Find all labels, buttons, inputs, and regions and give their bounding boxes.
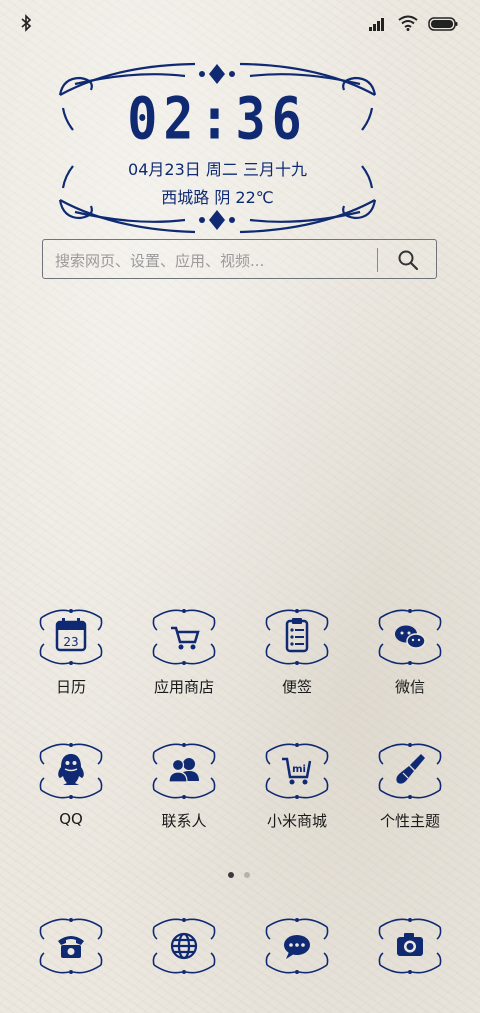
camera-icon bbox=[375, 915, 445, 977]
search-divider bbox=[377, 248, 378, 272]
clock-weather: 西城路 阴 22℃ bbox=[161, 188, 274, 207]
globe-icon bbox=[149, 915, 219, 977]
app-label: 微信 bbox=[394, 678, 425, 696]
app-contacts[interactable]: 联系人 bbox=[129, 740, 239, 831]
page-dot-active bbox=[228, 872, 234, 878]
search-input[interactable]: 搜索网页、设置、应用、视频... bbox=[55, 250, 264, 271]
app-label: QQ bbox=[59, 810, 83, 828]
search-bar[interactable]: 搜索网页、设置、应用、视频... bbox=[42, 239, 437, 279]
dock-browser[interactable] bbox=[129, 915, 239, 977]
page-indicator bbox=[228, 872, 250, 878]
app-store[interactable]: 应用商店 bbox=[129, 606, 239, 697]
battery-icon bbox=[428, 16, 458, 35]
search-icon[interactable] bbox=[396, 248, 420, 272]
app-label: 日历 bbox=[55, 678, 86, 696]
app-label: 应用商店 bbox=[153, 678, 214, 696]
shopping-cart-icon bbox=[149, 606, 219, 668]
status-bar bbox=[0, 0, 480, 50]
dock-camera[interactable] bbox=[355, 915, 465, 977]
app-label: 联系人 bbox=[161, 812, 207, 830]
app-qq[interactable]: QQ bbox=[16, 740, 126, 828]
app-themes[interactable]: 个性主题 bbox=[355, 740, 465, 831]
clock-widget[interactable]: 02:36 04月23日 周二 三月十九 西城路 阴 22℃ bbox=[55, 60, 380, 236]
mi-cart-icon: mi bbox=[262, 740, 332, 802]
dock-phone[interactable] bbox=[16, 915, 126, 977]
clock-date: 04月23日 周二 三月十九 bbox=[128, 160, 307, 179]
bluetooth-icon bbox=[20, 14, 32, 36]
signal-icon bbox=[368, 16, 388, 35]
app-calendar[interactable]: 23 日历 bbox=[16, 606, 126, 697]
calendar-icon: 23 bbox=[36, 606, 106, 668]
clock-time: 02:36 bbox=[127, 85, 308, 153]
dock-messages[interactable] bbox=[242, 915, 352, 977]
wifi-icon bbox=[398, 15, 418, 35]
paintbrush-icon bbox=[375, 740, 445, 802]
page-dot bbox=[244, 872, 250, 878]
app-label: 便签 bbox=[281, 678, 312, 696]
app-label: 个性主题 bbox=[379, 812, 440, 830]
contacts-icon bbox=[149, 740, 219, 802]
calendar-day: 23 bbox=[63, 635, 78, 649]
wechat-icon bbox=[375, 606, 445, 668]
mi-logo: mi bbox=[292, 764, 306, 775]
app-mi-store[interactable]: mi 小米商城 bbox=[242, 740, 352, 831]
app-notes[interactable]: 便签 bbox=[242, 606, 352, 697]
phone-icon bbox=[36, 915, 106, 977]
message-icon bbox=[262, 915, 332, 977]
app-wechat[interactable]: 微信 bbox=[355, 606, 465, 697]
app-label: 小米商城 bbox=[266, 812, 327, 830]
penguin-icon bbox=[36, 740, 106, 802]
clipboard-icon bbox=[262, 606, 332, 668]
